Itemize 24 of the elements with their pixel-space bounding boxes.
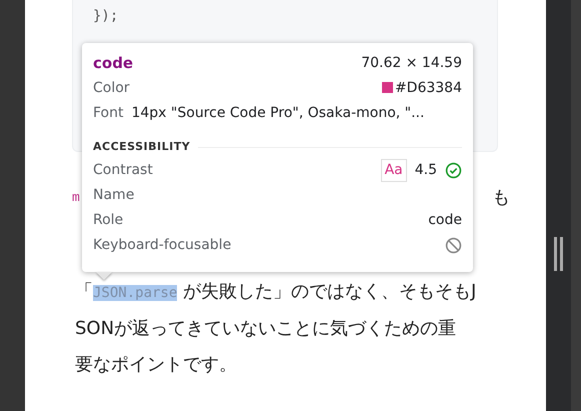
paragraph-text: 要なポイントです。 (75, 354, 237, 375)
property-label: Name (93, 186, 134, 205)
contrast-sample: Aa (380, 159, 407, 182)
property-label: Contrast (93, 161, 153, 180)
code-text: }); (93, 7, 118, 26)
element-size: 70.62 × 14.59 (361, 54, 462, 73)
color-label: Color (93, 79, 130, 98)
property-label: Role (93, 211, 124, 230)
element-tag: code (93, 52, 134, 75)
code-fragment: m (72, 189, 80, 207)
color-value: #D63384 (394, 80, 462, 96)
property-value: code (428, 211, 462, 230)
font-label: Font (93, 104, 124, 123)
paragraph-text: SONが返ってきていないことに気づくための重 (75, 318, 456, 339)
paragraph-text: 「 (75, 281, 93, 302)
section-heading: ACCESSIBILITY (93, 138, 190, 155)
tooltip-arrow (96, 272, 112, 280)
inline-code: JSON.parse (93, 285, 178, 301)
contrast-value: 4.5 (414, 161, 437, 180)
text-fragment: も (492, 186, 510, 210)
property-label: Keyboard-focusable (93, 236, 232, 255)
font-value: 14px "Source Code Pro", Osaka-mono, "... (131, 104, 424, 123)
paragraph-text: が失敗した」のではなく、そもそもJ (182, 281, 476, 302)
resize-handle[interactable] (554, 236, 563, 270)
